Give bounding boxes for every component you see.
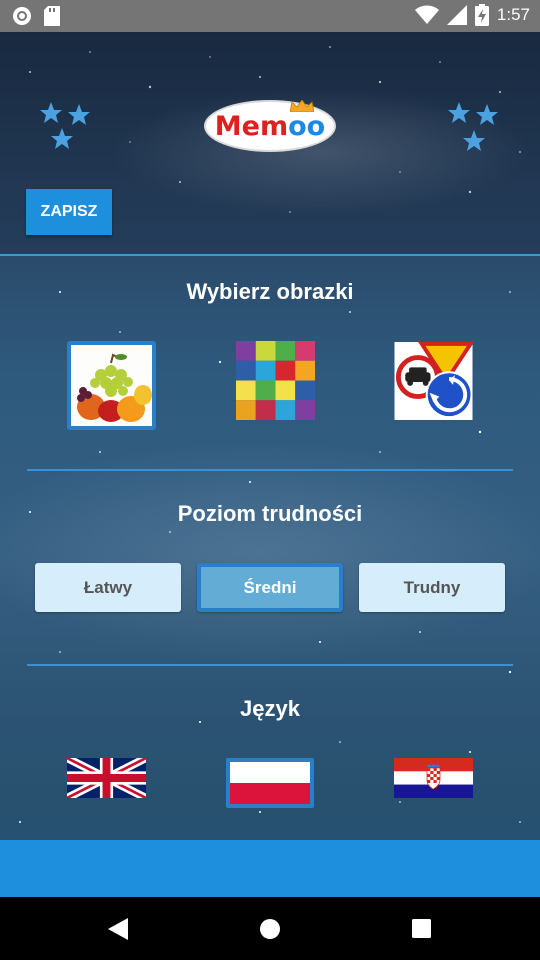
fruits-image — [71, 345, 152, 426]
poland-flag-icon — [230, 762, 310, 804]
record-icon — [13, 7, 31, 25]
uk-flag-icon — [65, 754, 148, 802]
section-divider — [27, 469, 513, 471]
difficulty-easy-button[interactable]: Łatwy — [35, 563, 181, 612]
navigation-bar — [0, 897, 540, 960]
clock: 1:57 — [496, 5, 530, 24]
difficulty-medium-button[interactable]: Średni — [197, 563, 343, 612]
bottom-bar — [0, 840, 540, 897]
road-signs-image — [394, 342, 475, 420]
stars-decoration-right — [448, 102, 498, 151]
images-section-title: Wybierz obrazki — [186, 279, 354, 304]
save-button[interactable]: ZAPISZ — [26, 189, 112, 235]
wifi-icon — [414, 5, 439, 24]
crown-icon — [290, 100, 314, 112]
status-bar: 1:57 — [0, 0, 540, 32]
memoo-logo: Memoo — [204, 100, 336, 152]
language-polish[interactable] — [226, 758, 314, 808]
cellular-signal-icon — [446, 5, 467, 25]
battery-charging-icon — [474, 4, 489, 26]
difficulty-section-title: Poziom trudności — [177, 501, 363, 526]
colors-image — [236, 341, 315, 420]
croatia-flag-icon — [394, 758, 473, 798]
recents-icon[interactable] — [412, 919, 431, 938]
section-divider — [27, 664, 513, 666]
logo-text-oo: oo — [288, 110, 326, 142]
home-icon[interactable] — [259, 918, 281, 940]
language-section-title: Język — [240, 696, 300, 721]
difficulty-hard-button[interactable]: Trudny — [359, 563, 505, 612]
image-set-colors[interactable] — [236, 341, 315, 420]
back-icon[interactable] — [108, 918, 128, 940]
app-screen: Memoo ZAPISZ Wybierz obrazki Poziom trud… — [0, 32, 540, 897]
language-english[interactable] — [65, 754, 148, 802]
stars-decoration-left — [40, 102, 90, 149]
sd-card-icon — [44, 6, 60, 26]
language-croatian[interactable] — [394, 758, 473, 798]
image-set-fruits[interactable] — [67, 341, 156, 430]
logo-text-mem: Mem — [214, 110, 289, 142]
header-divider — [0, 254, 540, 256]
image-set-road-signs[interactable] — [394, 342, 475, 420]
